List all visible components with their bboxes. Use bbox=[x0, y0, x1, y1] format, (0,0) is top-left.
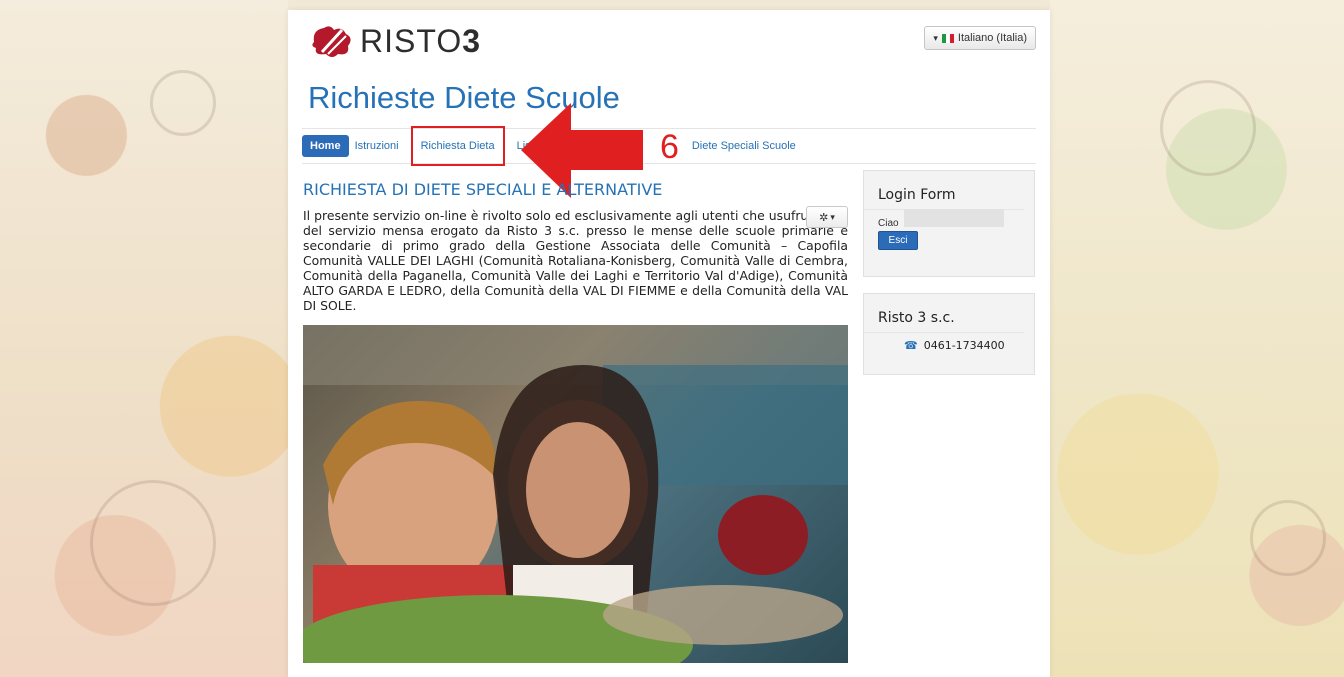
username-display bbox=[904, 209, 1004, 227]
logout-button[interactable]: Esci bbox=[878, 231, 918, 250]
company-panel: Risto 3 s.c. ☎ 0461-1734400 bbox=[863, 293, 1035, 375]
italian-flag-icon bbox=[941, 33, 954, 43]
nav-richiesta-dieta[interactable]: Richiesta Dieta bbox=[410, 126, 505, 166]
nav-diete-speciali-scuole[interactable]: Diete Speciali Scuole bbox=[686, 135, 802, 157]
login-panel: Login Form Ciao Esci bbox=[863, 170, 1035, 277]
background-illustration-left bbox=[0, 0, 288, 677]
chevron-down-icon: ▾ bbox=[830, 211, 835, 222]
main-page: RISTO3 Richieste Diete Scuole ▾ Italiano… bbox=[288, 10, 1050, 677]
language-selector[interactable]: ▾ Italiano (Italia) bbox=[924, 26, 1036, 50]
login-panel-title: Login Form bbox=[864, 171, 1024, 210]
site-logo[interactable]: RISTO3 bbox=[308, 22, 481, 60]
company-panel-title: Risto 3 s.c. bbox=[864, 294, 1024, 333]
company-phone: ☎ 0461-1734400 bbox=[904, 339, 1005, 352]
annotation-step-number: 6 bbox=[660, 128, 679, 166]
language-label: Italiano (Italia) bbox=[957, 32, 1027, 44]
logo-text: RISTO bbox=[360, 22, 463, 59]
nav-home[interactable]: Home bbox=[302, 135, 349, 157]
phone-number: 0461-1734400 bbox=[923, 339, 1005, 352]
phone-icon: ☎ bbox=[904, 339, 918, 352]
article-title: RICHIESTA DI DIETE SPECIALI E ALTERNATIV… bbox=[303, 180, 663, 199]
article-text: Il presente servizio on-line è rivolto s… bbox=[303, 208, 848, 313]
article-photo bbox=[303, 325, 848, 663]
nav-istruzioni[interactable]: Istruzioni bbox=[349, 135, 405, 157]
chevron-down-icon: ▾ bbox=[933, 32, 938, 43]
children-cafeteria-image bbox=[303, 325, 848, 663]
risto3-logo-icon bbox=[312, 26, 351, 57]
greeting-label: Ciao bbox=[878, 218, 899, 229]
gear-icon: ✲ bbox=[819, 211, 829, 224]
background-illustration-right bbox=[1050, 0, 1344, 677]
logo-number: 3 bbox=[462, 22, 481, 59]
article-options-button[interactable]: ✲ ▾ bbox=[806, 206, 848, 228]
